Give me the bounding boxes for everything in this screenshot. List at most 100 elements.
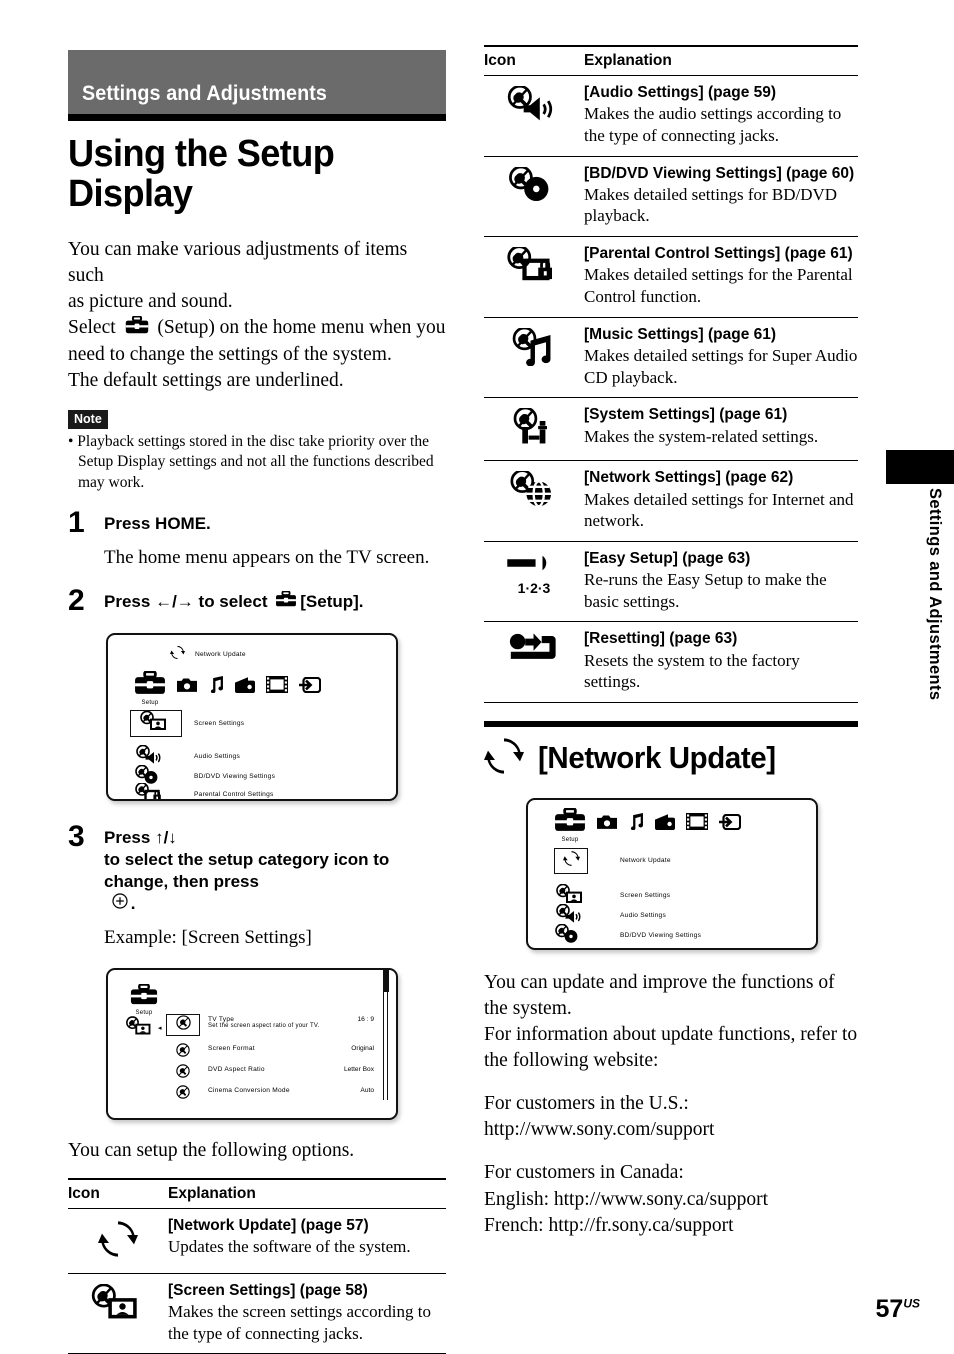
us-customers-label: For customers in the U.S.:	[484, 1093, 689, 1115]
scrollbar-thumb[interactable]	[384, 969, 389, 992]
network-update-para-2: For information about update functions, …	[484, 1023, 858, 1072]
canada-customers-label: For customers in Canada:	[484, 1162, 684, 1184]
easy-setup-icon-caption: 1·2·3	[517, 579, 551, 596]
canada-french-url: French: http://fr.sony.ca/support	[484, 1214, 734, 1236]
tv-home-item-parental-control[interactable]	[134, 781, 168, 799]
table-cell-icon	[484, 397, 584, 462]
left-column: Settings and Adjustments Using the Setup…	[68, 50, 446, 1354]
table-cell-explanation: [BD/DVD Viewing Settings] (page 60) Make…	[584, 156, 858, 238]
step-1-number: 1	[68, 506, 85, 540]
tv-screen-home-menu: Network Update Setup Screen Settings Aud…	[106, 632, 398, 801]
tv-nu-setup-label: Setup	[561, 836, 579, 843]
tv-home-item-label-parental-control: Parental Control Settings	[194, 790, 274, 798]
canada-english-url: English: http://www.sony.ca/support	[484, 1188, 768, 1210]
table-row: [Screen Settings] (page 58) Makes the sc…	[68, 1273, 446, 1354]
step-3-heading: Press ↑/↓ to select the setup category i…	[104, 827, 446, 915]
parental-control-settings-icon	[506, 245, 562, 288]
network-update-icon	[484, 736, 524, 781]
resetting-icon	[507, 632, 561, 671]
tv-screen-settings-row-2-value: Letter Box	[343, 1065, 374, 1073]
entry-description: Resets the system to the factory setting…	[584, 650, 800, 692]
bd-dvd-viewing-settings-icon	[554, 923, 586, 948]
step-1-heading: Press HOME.	[104, 514, 211, 534]
entry-title: [Network Settings] (page 62)	[584, 469, 794, 487]
table-cell-icon	[484, 236, 584, 318]
table-cell-icon: 1·2·3	[484, 541, 584, 623]
entry-description: Makes detailed settings for Super Audio …	[584, 345, 858, 387]
step-2-number: 2	[68, 584, 85, 618]
camera-icon	[177, 677, 197, 698]
toolbox-setup-icon	[134, 669, 166, 700]
table-header-row: Icon Explanation	[68, 1178, 446, 1209]
entry-title: [Screen Settings] (page 58)	[168, 1281, 368, 1299]
table-cell-icon	[484, 317, 584, 399]
tv-nu-item-label-network-update: Network Update	[620, 856, 671, 864]
music-note-icon	[628, 812, 643, 835]
tv-home-item-screen-settings-selection[interactable]	[130, 709, 182, 737]
step-1: 1 Press HOME. The home menu appears on t…	[68, 506, 446, 571]
toolbox-setup-icon	[554, 806, 586, 837]
side-tab-marker	[886, 450, 954, 484]
table-cell-icon	[484, 460, 584, 542]
step-2: 2 Press ←/→ to select [Setup].	[68, 584, 446, 618]
tv-nu-item-network-update-selection[interactable]	[554, 847, 588, 874]
table-header-explanation: Explanation	[584, 46, 858, 76]
options-lead-text: You can setup the following options.	[68, 1139, 355, 1161]
table-row: [Music Settings] (page 61) Makes detaile…	[484, 317, 858, 399]
table-cell-explanation: [Easy Setup] (page 63) Re-runs the Easy …	[584, 541, 858, 623]
intro-line-1: You can make various adjustments of item…	[68, 238, 408, 286]
tv-nu-item-label-screen-settings: Screen Settings	[620, 891, 671, 899]
audio-settings-icon	[505, 84, 563, 127]
step-3-subtext: Example: [Screen Settings]	[104, 926, 312, 948]
system-settings-icon	[511, 406, 557, 451]
intro-paragraph: You can make various adjustments of item…	[68, 237, 446, 394]
table-cell-explanation: [Resetting] (page 63) Resets the system …	[584, 621, 858, 703]
scrollbar-track[interactable]	[383, 969, 389, 1100]
step-1-subtext: The home menu appears on the TV screen.	[104, 547, 430, 569]
parental-control-settings-icon	[134, 781, 168, 799]
intro-line-5: The default settings are underlined.	[68, 369, 344, 391]
step-3-head-post: .	[130, 893, 136, 913]
network-update-icon	[170, 645, 185, 665]
radio-icon	[234, 676, 255, 698]
tv-screen-settings-row-3-label: Cinema Conversion Mode	[208, 1086, 290, 1094]
options-table-left: Icon Explanation [Network Update] (page …	[68, 1178, 446, 1354]
section-heading-text: [Network Update]	[538, 740, 776, 776]
screen-settings-icon	[138, 710, 174, 736]
intro-line-3: Select (Setup) on the home menu when you	[68, 315, 446, 342]
wrench-icon	[175, 1015, 191, 1035]
tv-screen-settings-row-selection[interactable]	[166, 1013, 200, 1036]
table-row: 1·2·3 [Easy Setup] (page 63) Re-runs the…	[484, 541, 858, 623]
tv-nu-item-bd-dvd[interactable]	[554, 923, 586, 948]
step-3-head-pre: Press	[104, 827, 151, 847]
step-2-head-post: [Setup].	[300, 592, 364, 612]
intro-line-3-post: (Setup) on the home menu when you	[157, 317, 446, 339]
step-2-head-mid: to select	[198, 592, 268, 612]
entry-title: [Parental Control Settings] (page 61)	[584, 245, 853, 263]
table-cell-explanation: [Music Settings] (page 61) Makes detaile…	[584, 317, 858, 399]
table-cell-explanation: [System Settings] (page 61) Makes the sy…	[584, 397, 858, 462]
page-number-region: US	[903, 1296, 920, 1311]
network-update-icon	[562, 850, 580, 872]
tv-screen-settings-row-2-label: DVD Aspect Ratio	[208, 1065, 265, 1073]
tv-screen-settings-row-1-value: Original	[351, 1044, 374, 1052]
table-row: [Network Update] (page 57) Updates the s…	[68, 1208, 446, 1274]
page-number-value: 57	[875, 1295, 904, 1323]
note-text: • Playback settings stored in the disc t…	[68, 432, 434, 491]
page-number: 57US	[876, 1295, 920, 1324]
chapter-rule	[68, 114, 446, 121]
note-block: Note • Playback settings stored in the d…	[68, 394, 446, 493]
entry-title: [Music Settings] (page 61)	[584, 325, 777, 343]
step-3-number: 3	[68, 819, 85, 853]
music-note-icon	[208, 675, 223, 698]
step-2-heading: Press ←/→ to select [Setup].	[104, 590, 446, 613]
table-row: [Audio Settings] (page 59) Makes the aud…	[484, 75, 858, 157]
table-header-explanation: Explanation	[168, 1178, 446, 1209]
table-row: [Parental Control Settings] (page 61) Ma…	[484, 236, 858, 318]
entry-description: Makes the system-related settings.	[584, 426, 819, 446]
music-settings-icon	[510, 326, 558, 371]
table-row: [Resetting] (page 63) Resets the system …	[484, 621, 858, 703]
easy-setup-icon	[507, 552, 561, 579]
screen-settings-icon	[89, 1283, 147, 1325]
screen-settings-icon	[124, 1015, 158, 1041]
